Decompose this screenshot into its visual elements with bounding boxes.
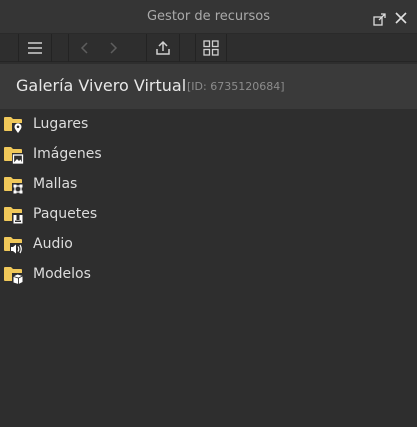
folder-audio-icon	[4, 237, 26, 255]
window-titlebar: Gestor de recursos	[0, 0, 417, 34]
grid-view-icon	[203, 40, 219, 56]
close-icon[interactable]	[394, 10, 408, 24]
place-name: Galería Vivero Virtual	[16, 76, 187, 95]
folder-label: Paquetes	[33, 206, 98, 222]
toolbar	[0, 34, 417, 62]
folder-mesh-icon	[4, 177, 24, 195]
folder-item-images[interactable]: Imágenes	[0, 140, 417, 170]
menu-button[interactable]	[19, 34, 51, 62]
folder-model-icon	[4, 267, 24, 285]
folder-label: Audio	[33, 236, 73, 252]
folder-place-icon	[4, 117, 24, 135]
place-header: Galería Vivero Virtual [ID: 6735120684]	[0, 64, 417, 109]
folder-item-models[interactable]: Modelos	[0, 260, 417, 290]
folder-item-audio[interactable]: Audio	[0, 230, 417, 260]
menu-icon	[28, 42, 42, 54]
folder-label: Lugares	[33, 116, 89, 132]
folder-image-icon	[4, 147, 24, 165]
upload-icon	[156, 40, 170, 55]
back-icon	[80, 42, 88, 54]
folder-label: Mallas	[33, 176, 78, 192]
grid-view-button[interactable]	[196, 34, 226, 62]
upload-button[interactable]	[147, 34, 179, 62]
folder-item-meshes[interactable]: Mallas	[0, 170, 417, 200]
folder-item-packages[interactable]: Paquetes	[0, 200, 417, 230]
toolbar-divider	[51, 34, 52, 62]
folder-package-icon	[4, 207, 24, 225]
window-title: Gestor de recursos	[146, 9, 271, 24]
folder-label: Imágenes	[33, 146, 102, 162]
undock-icon[interactable]	[373, 11, 387, 26]
back-button[interactable]	[69, 34, 99, 62]
folder-label: Modelos	[33, 266, 91, 282]
place-id: [ID: 6735120684]	[187, 80, 285, 93]
toolbar-divider	[226, 34, 227, 62]
forward-button[interactable]	[99, 34, 129, 62]
folder-item-places[interactable]: Lugares	[0, 110, 417, 140]
toolbar-divider	[179, 34, 180, 62]
forward-icon	[110, 42, 118, 54]
